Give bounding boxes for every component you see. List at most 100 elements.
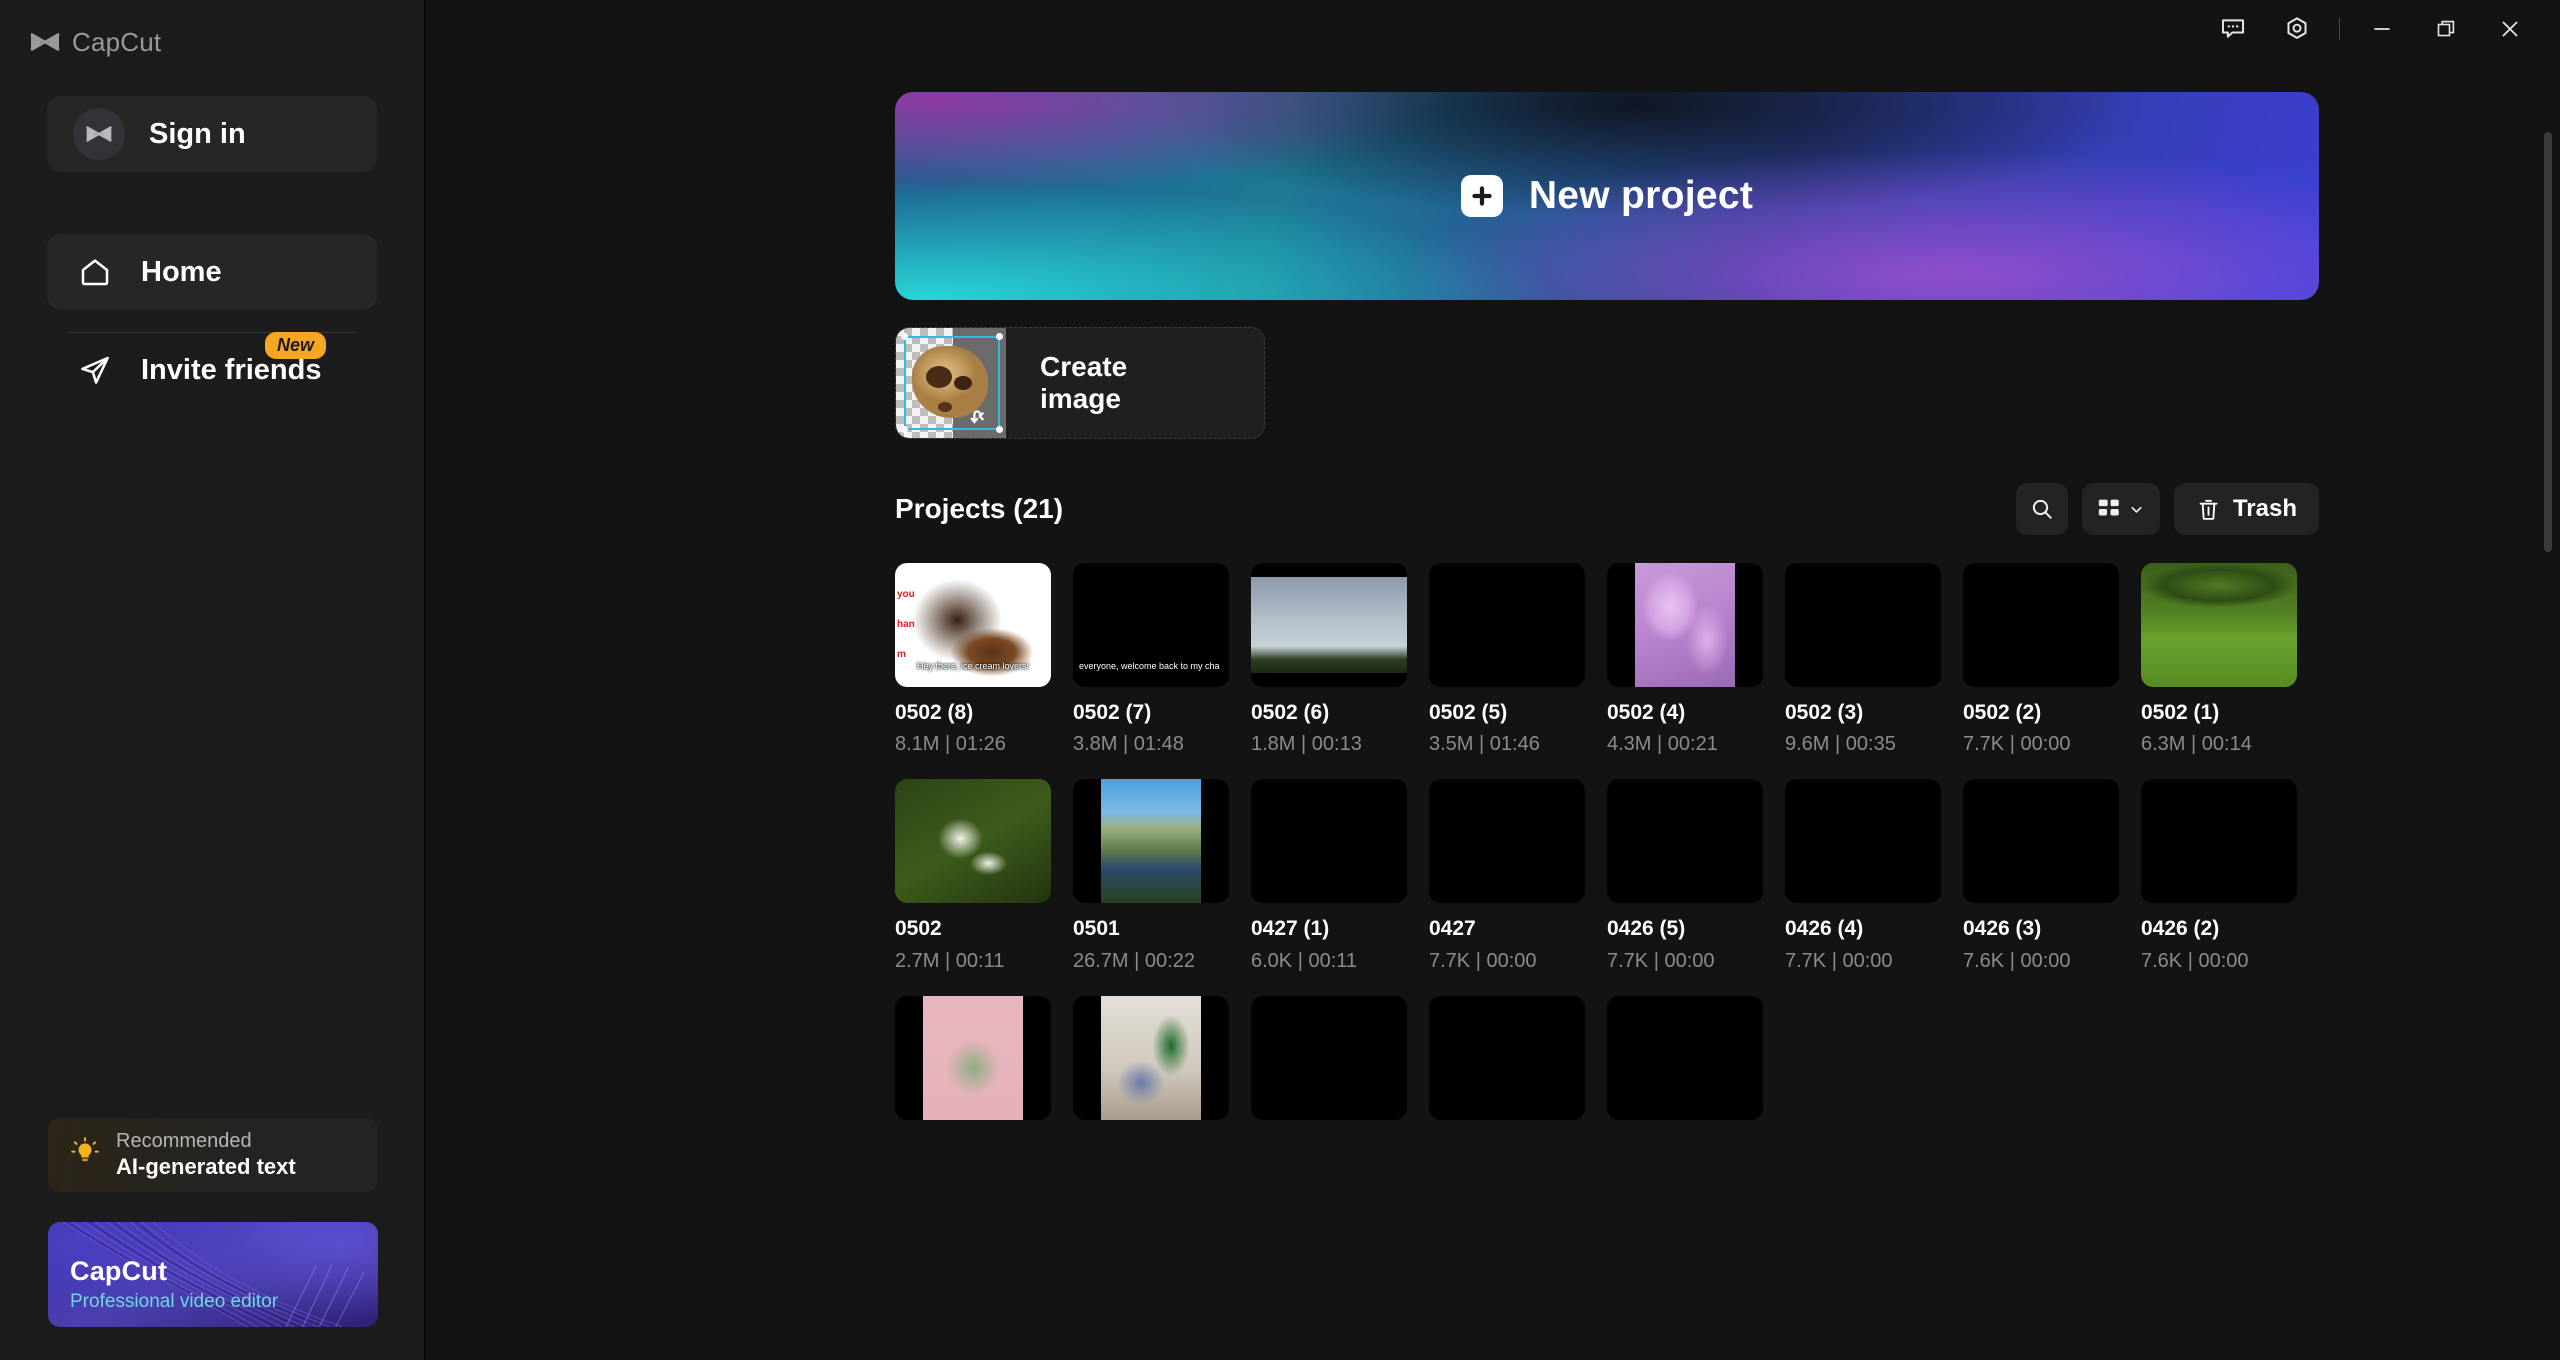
project-meta: 8.1M | 01:26 bbox=[895, 732, 1051, 757]
trash-button[interactable]: Trash bbox=[2174, 483, 2319, 535]
promo-subtitle: Professional video editor bbox=[70, 1291, 278, 1313]
project-card[interactable] bbox=[1607, 996, 1763, 1120]
project-card[interactable]: 0426 (3)7.6K | 00:00 bbox=[1963, 779, 2119, 973]
project-meta: 1.8M | 00:13 bbox=[1251, 732, 1407, 757]
project-thumbnail[interactable] bbox=[1073, 779, 1229, 903]
settings-gear-icon[interactable] bbox=[2265, 0, 2329, 58]
feedback-icon[interactable] bbox=[2201, 0, 2265, 58]
plus-icon bbox=[1461, 175, 1503, 217]
project-thumbnail[interactable] bbox=[1785, 563, 1941, 687]
project-meta: 3.8M | 01:48 bbox=[1073, 732, 1229, 757]
project-card[interactable]: 0502 (2)7.7K | 00:00 bbox=[1963, 563, 2119, 757]
project-thumbnail[interactable] bbox=[1251, 563, 1407, 687]
minimize-button[interactable] bbox=[2350, 0, 2414, 58]
search-button[interactable] bbox=[2016, 483, 2068, 535]
titlebar-separator bbox=[2339, 18, 2340, 40]
sidebar-item-invite-friends[interactable]: Invite friends New bbox=[47, 333, 377, 407]
project-card[interactable]: 0502 (6)1.8M | 00:13 bbox=[1251, 563, 1407, 757]
capcut-pro-promo-card[interactable]: CapCut Professional video editor bbox=[48, 1222, 378, 1327]
project-thumbnail[interactable] bbox=[1429, 996, 1585, 1120]
close-button[interactable] bbox=[2478, 0, 2542, 58]
project-name: 0502 (2) bbox=[1963, 700, 2119, 726]
project-card[interactable] bbox=[1429, 996, 1585, 1120]
recommended-title: AI-generated text bbox=[116, 1154, 296, 1180]
project-card[interactable]: 0502 (1)6.3M | 00:14 bbox=[2141, 563, 2297, 757]
project-meta: 2.7M | 00:11 bbox=[895, 949, 1051, 974]
project-thumbnail[interactable] bbox=[1963, 563, 2119, 687]
project-thumbnail[interactable] bbox=[1073, 996, 1229, 1120]
handle-tl bbox=[901, 333, 908, 340]
project-thumbnail[interactable] bbox=[1785, 779, 1941, 903]
project-thumbnail[interactable] bbox=[895, 996, 1051, 1120]
thumbnail-image bbox=[1101, 996, 1201, 1120]
project-thumbnail[interactable] bbox=[1607, 996, 1763, 1120]
chevron-down-icon bbox=[2128, 501, 2145, 518]
create-image-line2: image bbox=[1040, 383, 1121, 414]
new-project-inner: New project bbox=[895, 92, 2319, 300]
handle-br bbox=[996, 426, 1003, 433]
project-name: 0501 bbox=[1073, 916, 1229, 942]
projects-toolbar: Trash bbox=[2016, 483, 2319, 535]
project-thumbnail[interactable] bbox=[1607, 779, 1763, 903]
home-icon bbox=[73, 256, 117, 288]
project-card[interactable]: 0502 (4)4.3M | 00:21 bbox=[1607, 563, 1763, 757]
project-meta: 7.7K | 00:00 bbox=[1429, 949, 1585, 974]
grid-view-icon bbox=[2096, 496, 2122, 522]
project-card[interactable] bbox=[895, 996, 1051, 1120]
create-image-card[interactable]: Create image bbox=[895, 327, 1265, 439]
project-card[interactable]: 0427 (1)6.0K | 00:11 bbox=[1251, 779, 1407, 973]
project-meta: 7.7K | 00:00 bbox=[1607, 949, 1763, 974]
sidebar: CapCut Sign in Home bbox=[0, 0, 425, 1360]
project-card[interactable]: 0502 (3)9.6M | 00:35 bbox=[1785, 563, 1941, 757]
project-thumbnail[interactable] bbox=[1963, 779, 2119, 903]
project-thumbnail[interactable] bbox=[1429, 563, 1585, 687]
project-name: 0502 (8) bbox=[895, 700, 1051, 726]
capcut-window: CapCut Sign in Home bbox=[0, 0, 2560, 1360]
scrollbar-thumb[interactable] bbox=[2544, 132, 2552, 552]
project-thumbnail[interactable]: everyone, welcome back to my cha bbox=[1073, 563, 1229, 687]
project-meta: 9.6M | 00:35 bbox=[1785, 732, 1941, 757]
project-card[interactable] bbox=[1073, 996, 1229, 1120]
project-card[interactable] bbox=[1251, 996, 1407, 1120]
project-thumbnail[interactable] bbox=[1251, 779, 1407, 903]
project-thumbnail[interactable] bbox=[1607, 563, 1763, 687]
thumbnail-image bbox=[1101, 779, 1201, 903]
sidebar-item-invite-label: Invite friends New bbox=[141, 354, 322, 387]
project-card[interactable]: 0502 (5)3.5M | 01:46 bbox=[1429, 563, 1585, 757]
project-card[interactable]: youhanmHey there, ice cream lovers! 0502 … bbox=[895, 563, 1051, 757]
project-thumbnail[interactable] bbox=[2141, 563, 2297, 687]
project-name: 0502 bbox=[895, 916, 1051, 942]
project-name: 0502 (5) bbox=[1429, 700, 1585, 726]
thumbnail-image bbox=[923, 996, 1023, 1120]
project-card[interactable]: everyone, welcome back to my cha0502 (7)… bbox=[1073, 563, 1229, 757]
project-name: 0502 (4) bbox=[1607, 700, 1763, 726]
create-image-thumbnail bbox=[896, 328, 1006, 438]
scrollbar-track[interactable] bbox=[2548, 62, 2556, 1352]
recommended-ai-text-card[interactable]: Recommended AI-generated text bbox=[48, 1118, 378, 1192]
project-name: 0426 (2) bbox=[2141, 916, 2297, 942]
view-mode-button[interactable] bbox=[2082, 483, 2160, 535]
avatar bbox=[73, 108, 125, 160]
project-thumbnail[interactable] bbox=[1251, 996, 1407, 1120]
project-thumbnail[interactable]: youhanmHey there, ice cream lovers! bbox=[895, 563, 1051, 687]
promo-title: CapCut bbox=[70, 1256, 167, 1287]
new-project-banner[interactable]: New project bbox=[895, 92, 2319, 300]
project-thumbnail[interactable] bbox=[2141, 779, 2297, 903]
thumbnail-image bbox=[1635, 563, 1735, 687]
maximize-button[interactable] bbox=[2414, 0, 2478, 58]
project-card[interactable]: 0426 (2)7.6K | 00:00 bbox=[2141, 779, 2297, 973]
project-thumbnail[interactable] bbox=[895, 779, 1051, 903]
project-card[interactable]: 0502 2.7M | 00:11 bbox=[895, 779, 1051, 973]
project-card[interactable]: 04277.7K | 00:00 bbox=[1429, 779, 1585, 973]
projects-title: Projects (21) bbox=[895, 493, 1063, 525]
sidebar-item-home[interactable]: Home bbox=[47, 234, 377, 310]
main-area: New project bbox=[425, 0, 2560, 1360]
project-card[interactable]: 0426 (4)7.7K | 00:00 bbox=[1785, 779, 1941, 973]
project-thumbnail[interactable] bbox=[1429, 779, 1585, 903]
sign-in-button[interactable]: Sign in bbox=[47, 96, 377, 172]
thumbnail-caption: Hey there, ice cream lovers! bbox=[895, 661, 1051, 671]
project-card[interactable]: 050126.7M | 00:22 bbox=[1073, 779, 1229, 973]
project-card[interactable]: 0426 (5)7.7K | 00:00 bbox=[1607, 779, 1763, 973]
brand: CapCut bbox=[0, 0, 424, 62]
thumbnail-image bbox=[895, 779, 1051, 903]
